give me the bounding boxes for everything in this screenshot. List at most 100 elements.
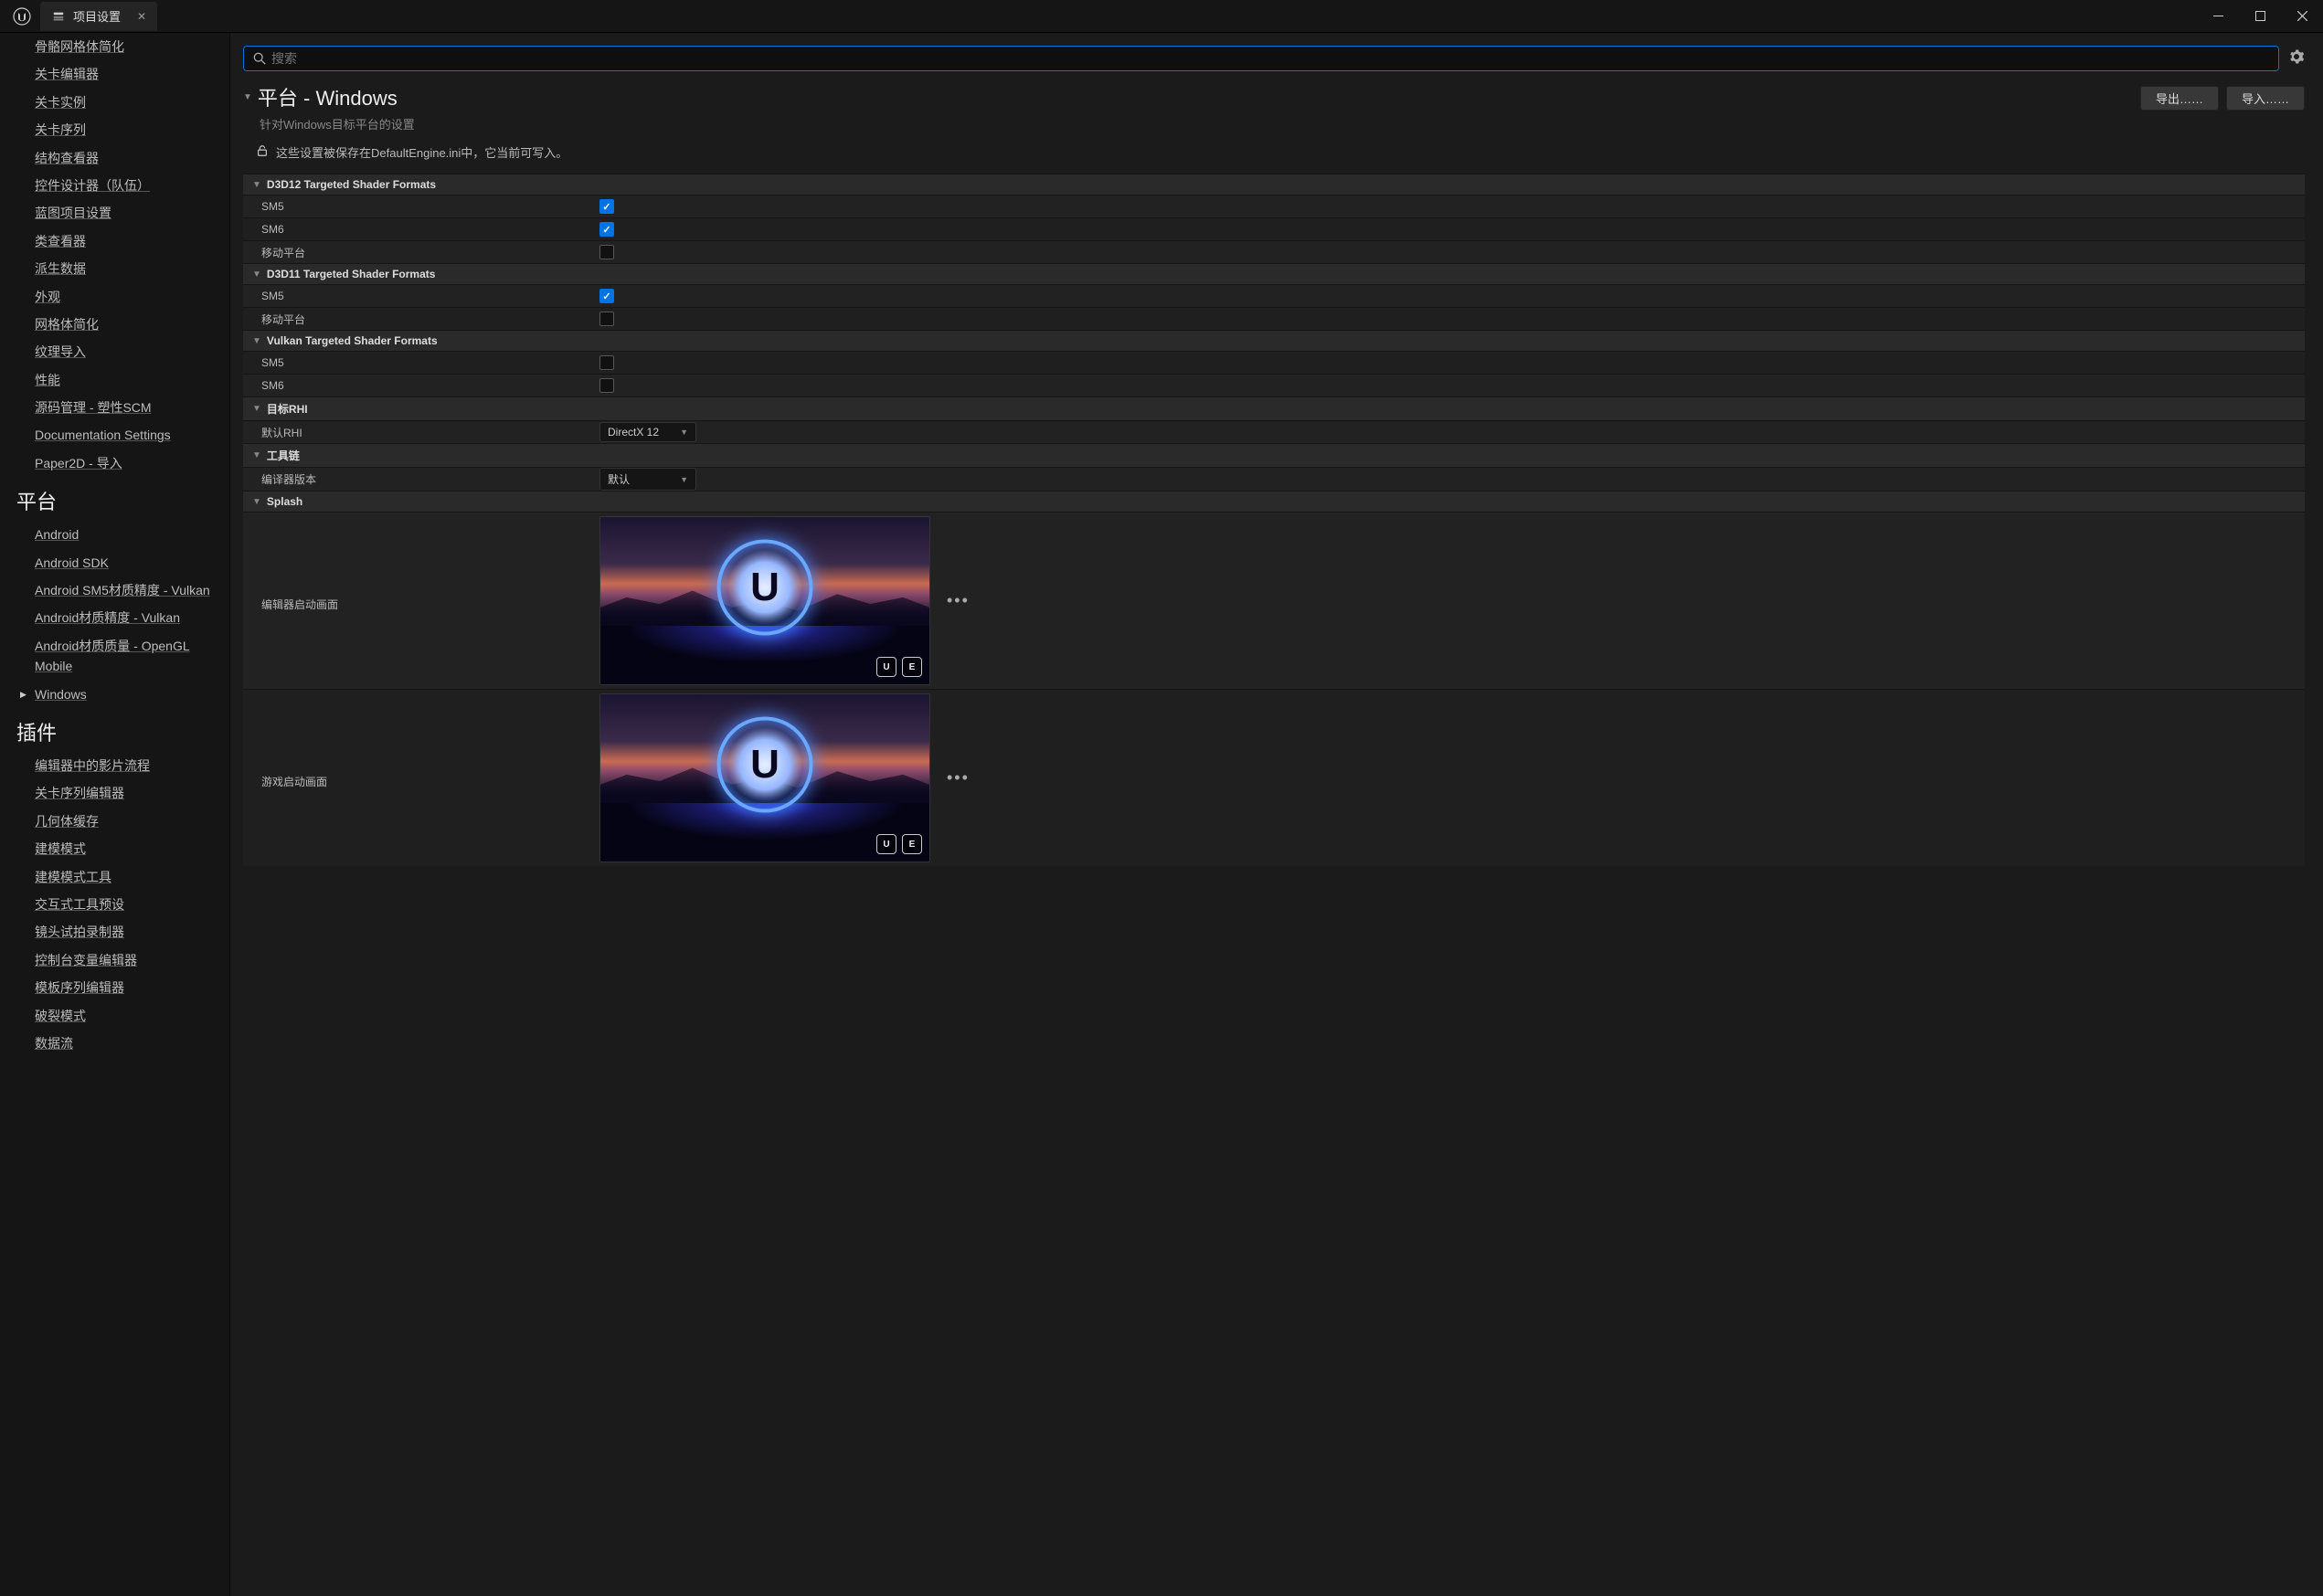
chevron-down-icon[interactable]: ▼ xyxy=(252,180,261,190)
property-row: 移动平台 xyxy=(243,240,2305,263)
chevron-down-icon[interactable]: ▼ xyxy=(252,404,261,414)
sidebar[interactable]: 骨骼网格体简化关卡编辑器关卡实例关卡序列结构查看器控件设计器（队伍）蓝图项目设置… xyxy=(0,33,230,1596)
splash-image[interactable]: UUE xyxy=(599,516,930,685)
sidebar-item[interactable]: 交互式工具预设 xyxy=(0,891,229,918)
sidebar-item[interactable]: 镜头试拍录制器 xyxy=(0,918,229,946)
chevron-down-icon[interactable]: ▼ xyxy=(252,270,261,280)
ue-logo-icon xyxy=(7,2,37,31)
section-header[interactable]: ▼Splash xyxy=(243,491,2305,512)
ellipsis-button[interactable]: ••• xyxy=(938,591,979,610)
sidebar-category-header: 平台 xyxy=(0,477,229,521)
property-label: SM6 xyxy=(243,379,599,392)
chevron-down-icon[interactable]: ▼ xyxy=(252,336,261,346)
sidebar-item[interactable]: 建模模式工具 xyxy=(0,863,229,891)
sidebar-item[interactable]: 派生数据 xyxy=(0,255,229,282)
sidebar-item[interactable]: Android材质精度 - Vulkan xyxy=(0,604,229,631)
checkbox[interactable] xyxy=(599,245,614,259)
sidebar-item[interactable]: 编辑器中的影片流程 xyxy=(0,752,229,779)
section-header[interactable]: ▼ Vulkan Targeted Shader Formats xyxy=(243,330,2305,351)
property-row: 默认RHIDirectX 12▼ xyxy=(243,420,2305,443)
sidebar-item[interactable]: Windows xyxy=(0,681,229,708)
sidebar-item[interactable]: 骨骼网格体简化 xyxy=(0,33,229,60)
sidebar-item[interactable]: 数据流 xyxy=(0,1030,229,1057)
checkbox[interactable] xyxy=(599,222,614,237)
sidebar-item[interactable]: 关卡序列编辑器 xyxy=(0,779,229,807)
sidebar-item[interactable]: 模板序列编辑器 xyxy=(0,974,229,1001)
ellipsis-button[interactable]: ••• xyxy=(938,768,979,787)
close-icon[interactable]: ✕ xyxy=(137,10,146,23)
sidebar-item[interactable]: Android SM5材质精度 - Vulkan xyxy=(0,576,229,604)
sidebar-item[interactable]: 蓝图项目设置 xyxy=(0,199,229,227)
sidebar-category-header: 插件 xyxy=(0,708,229,752)
sidebar-item[interactable]: Android SDK xyxy=(0,549,229,576)
property-row: 编译器版本默认▼ xyxy=(243,467,2305,491)
tab-project-settings[interactable]: 项目设置 ✕ xyxy=(40,2,157,31)
unlock-icon xyxy=(256,144,269,160)
sidebar-item[interactable]: 关卡编辑器 xyxy=(0,60,229,88)
lock-status-text: 这些设置被保存在DefaultEngine.ini中，它当前可写入。 xyxy=(276,143,567,161)
sidebar-item[interactable]: 结构查看器 xyxy=(0,144,229,172)
search-icon xyxy=(253,52,266,65)
property-label: 默认RHI xyxy=(243,425,599,440)
property-row: SM5 xyxy=(243,351,2305,374)
chevron-down-icon[interactable]: ▼ xyxy=(252,450,261,460)
search-box[interactable] xyxy=(243,46,2279,71)
section-header[interactable]: ▼D3D11 Targeted Shader Formats xyxy=(243,263,2305,284)
checkbox[interactable] xyxy=(599,289,614,303)
window-maximize-button[interactable] xyxy=(2239,0,2281,33)
property-label: SM6 xyxy=(243,223,599,236)
property-row: 移动平台 xyxy=(243,307,2305,330)
checkbox[interactable] xyxy=(599,355,614,370)
window-close-button[interactable] xyxy=(2281,0,2323,33)
sidebar-item[interactable]: 建模模式 xyxy=(0,835,229,862)
sidebar-item[interactable]: Paper2D - 导入 xyxy=(0,449,229,477)
sidebar-item[interactable]: Android材质质量 - OpenGL Mobile xyxy=(0,632,229,681)
checkbox[interactable] xyxy=(599,312,614,326)
splash-image[interactable]: UUE xyxy=(599,693,930,862)
section-title: 工具链 xyxy=(267,448,300,463)
search-input[interactable] xyxy=(271,51,2269,66)
section-title: Vulkan Targeted Shader Formats xyxy=(267,334,438,347)
sidebar-item[interactable]: 源码管理 - 塑性SCM xyxy=(0,394,229,421)
dropdown[interactable]: DirectX 12▼ xyxy=(599,422,696,442)
ue-badge-icon: U xyxy=(876,657,896,677)
section-title: 目标RHI xyxy=(267,401,308,417)
section-header[interactable]: ▼ 工具链 xyxy=(243,443,2305,467)
property-label: SM5 xyxy=(243,290,599,302)
sidebar-item[interactable]: 关卡实例 xyxy=(0,89,229,116)
section-header[interactable]: ▼ 目标RHI xyxy=(243,396,2305,420)
chevron-down-icon[interactable]: ▼ xyxy=(252,497,261,507)
section-header[interactable]: ▼D3D12 Targeted Shader Formats xyxy=(243,174,2305,195)
property-list: ▼D3D12 Targeted Shader Formats SM5 SM6 移动平台… xyxy=(243,174,2305,866)
checkbox[interactable] xyxy=(599,199,614,214)
sidebar-item[interactable]: 纹理导入 xyxy=(0,338,229,365)
import-button[interactable]: 导入…… xyxy=(2226,86,2305,111)
window-minimize-button[interactable] xyxy=(2197,0,2239,33)
sidebar-item[interactable]: Documentation Settings xyxy=(0,421,229,449)
export-button[interactable]: 导出…… xyxy=(2140,86,2219,111)
settings-tab-icon xyxy=(51,9,66,24)
sidebar-item[interactable]: 关卡序列 xyxy=(0,116,229,143)
sidebar-item[interactable]: 外观 xyxy=(0,283,229,311)
title-bar: 项目设置 ✕ xyxy=(0,0,2323,33)
property-label: 游戏启动画面 xyxy=(243,693,599,789)
ue-badge-icon: U xyxy=(876,834,896,854)
page-title: 平台 - Windows xyxy=(258,82,398,111)
sidebar-item[interactable]: 网格体简化 xyxy=(0,311,229,338)
page-subtitle: 针对Windows目标平台的设置 xyxy=(243,115,2140,132)
sidebar-item[interactable]: 类查看器 xyxy=(0,227,229,255)
dropdown-value: 默认 xyxy=(608,471,630,487)
property-label: 编辑器启动画面 xyxy=(243,516,599,612)
sidebar-item[interactable]: 控制台变量编辑器 xyxy=(0,946,229,974)
checkbox[interactable] xyxy=(599,378,614,393)
sidebar-item[interactable]: 性能 xyxy=(0,366,229,394)
chevron-down-icon[interactable]: ▼ xyxy=(243,92,252,102)
sidebar-item[interactable]: 破裂模式 xyxy=(0,1002,229,1030)
gear-icon[interactable] xyxy=(2288,48,2305,69)
sidebar-item[interactable]: 几何体缓存 xyxy=(0,808,229,835)
dropdown[interactable]: 默认▼ xyxy=(599,468,696,491)
main-panel: ▼ 平台 - Windows 针对Windows目标平台的设置 导出…… 导入…… xyxy=(230,33,2323,1596)
property-label: SM5 xyxy=(243,200,599,213)
sidebar-item[interactable]: Android xyxy=(0,521,229,548)
sidebar-item[interactable]: 控件设计器（队伍） xyxy=(0,172,229,199)
